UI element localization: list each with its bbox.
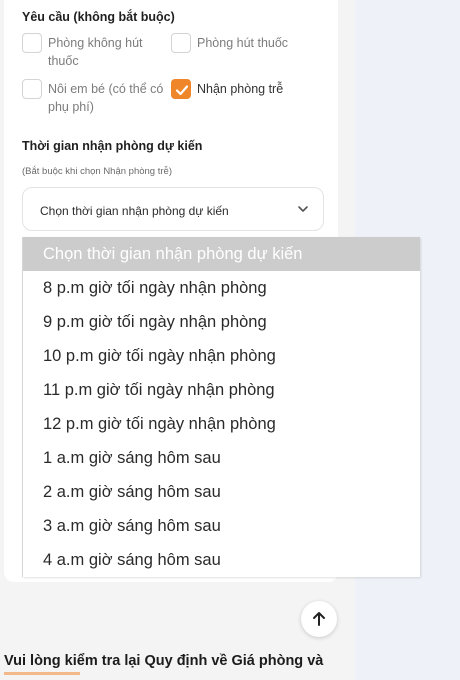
scroll-to-top-button[interactable] — [301, 601, 337, 637]
checkbox-label: Phòng hút thuốc — [197, 36, 289, 50]
checkbox-non-smoking[interactable]: Phòng không hút thuốc — [22, 33, 172, 70]
dropdown-option[interactable]: 1 a.m giờ sáng hôm sau — [23, 441, 420, 475]
checkmark-icon — [175, 85, 189, 96]
checkin-hint: (Bắt buộc khi chọn Nhận phòng trễ) — [22, 166, 172, 177]
requests-title: Yêu cầu (không bắt buộc) — [22, 10, 175, 24]
checkbox-late-checkin[interactable]: Nhận phòng trễ — [171, 79, 331, 99]
notice-underline — [4, 672, 80, 675]
dropdown-option[interactable]: Chọn thời gian nhận phòng dự kiến — [23, 237, 420, 271]
checkbox-box[interactable] — [171, 33, 191, 53]
arrow-up-icon — [313, 612, 325, 626]
checkin-time-dropdown: Chọn thời gian nhận phòng dự kiến 8 p.m … — [22, 237, 420, 577]
checkbox-box[interactable] — [22, 79, 42, 99]
dropdown-option[interactable]: 12 p.m giờ tối ngày nhận phòng — [23, 407, 420, 441]
dropdown-option[interactable]: 8 p.m giờ tối ngày nhận phòng — [23, 271, 420, 305]
checkbox-label: Nôi em bé (có thể có phụ phí) — [48, 82, 164, 114]
dropdown-option[interactable]: 11 p.m giờ tối ngày nhận phòng — [23, 373, 420, 407]
checkbox-baby-cot[interactable]: Nôi em bé (có thể có phụ phí) — [22, 79, 172, 116]
checkbox-smoking[interactable]: Phòng hút thuốc — [171, 33, 331, 53]
checkbox-label: Nhận phòng trễ — [197, 82, 284, 96]
dropdown-option[interactable]: 2 a.m giờ sáng hôm sau — [23, 475, 420, 509]
dropdown-option[interactable]: 4 a.m giờ sáng hôm sau — [23, 543, 420, 577]
dropdown-option[interactable]: 10 p.m giờ tối ngày nhận phòng — [23, 339, 420, 373]
dropdown-option[interactable]: 3 a.m giờ sáng hôm sau — [23, 509, 420, 543]
pricing-policy-notice: Vui lòng kiểm tra lại Quy định về Giá ph… — [4, 653, 324, 669]
chevron-down-icon — [298, 206, 308, 212]
select-value: Chọn thời gian nhận phòng dự kiến — [40, 204, 229, 218]
checkbox-box-checked[interactable] — [171, 79, 191, 99]
checkbox-box[interactable] — [22, 33, 42, 53]
checkin-time-select[interactable]: Chọn thời gian nhận phòng dự kiến — [22, 187, 324, 231]
checkbox-label: Phòng không hút thuốc — [48, 36, 143, 68]
checkin-title: Thời gian nhận phòng dự kiến — [22, 139, 203, 153]
dropdown-option[interactable]: 9 p.m giờ tối ngày nhận phòng — [23, 305, 420, 339]
